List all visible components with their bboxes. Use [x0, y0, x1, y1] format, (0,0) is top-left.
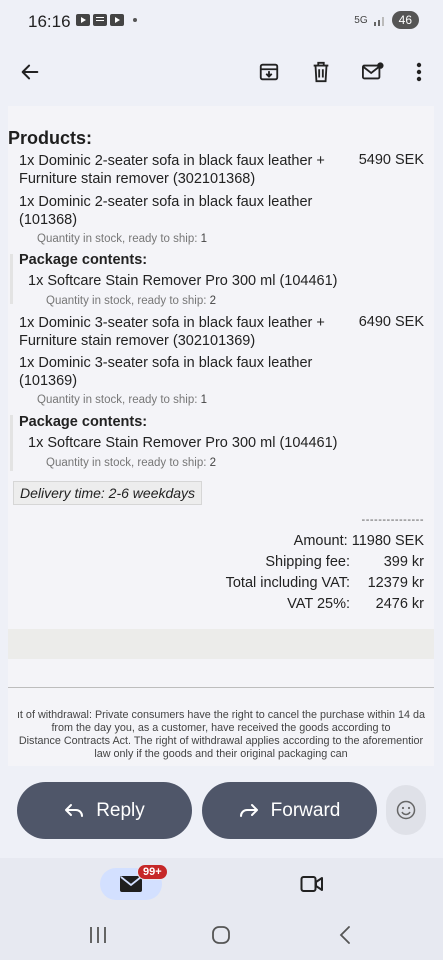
window-icon: [93, 14, 107, 26]
package-contents-heading: Package contents:: [19, 252, 148, 268]
system-navigation: [0, 910, 443, 960]
bottom-nav: 99+: [0, 858, 443, 910]
mail-icon: [120, 876, 142, 892]
more-notifications-icon: [133, 18, 137, 22]
shipping-fee-value: 399 kr: [383, 554, 424, 570]
notification-icons: [76, 14, 137, 26]
separator-dashes: ---------------: [361, 514, 424, 526]
divider: [8, 687, 434, 688]
status-time: 16:16: [28, 12, 71, 31]
emoji-icon: [396, 800, 416, 820]
forward-label: Forward: [270, 799, 341, 821]
reply-button[interactable]: Reply: [17, 782, 192, 839]
youtube-icon: [76, 14, 90, 26]
package-divider: [10, 254, 13, 304]
archive-icon[interactable]: [255, 58, 283, 86]
video-camera-icon: [300, 876, 323, 892]
arrow-left-icon[interactable]: [16, 58, 44, 86]
package-contents-heading: Package contents:: [19, 414, 148, 430]
reply-label: Reply: [96, 799, 145, 821]
more-vert-icon[interactable]: [405, 58, 433, 86]
total-label: Total including VAT:: [225, 575, 350, 591]
products-heading: Products:: [8, 128, 93, 148]
vat-value: 2476 kr: [375, 596, 424, 612]
unread-badge: 99+: [137, 864, 168, 880]
email-body: Products: 1x Dominic 2-seater sofa in bl…: [8, 106, 434, 766]
item-price: 6490 SEK: [358, 314, 424, 330]
shipping-fee-label: Shipping fee:: [265, 554, 350, 570]
home-icon[interactable]: [211, 925, 231, 950]
recent-apps-icon[interactable]: [88, 926, 108, 949]
signal-icon: [373, 17, 384, 26]
order-item: 1x Dominic 3-seater sofa in black faux l…: [19, 315, 325, 349]
forward-icon: [239, 803, 258, 817]
footer-band: [8, 629, 434, 659]
vat-label: VAT 25%:: [287, 596, 350, 612]
forward-button[interactable]: Forward: [202, 782, 377, 839]
youtube-icon: [110, 14, 124, 26]
delivery-time: Delivery time: 2-6 weekdays: [13, 481, 203, 505]
email-toolbar: [0, 44, 443, 100]
item-price: 5490 SEK: [358, 152, 424, 168]
network-icon: 5G: [354, 14, 368, 26]
total-value: 12379 kr: [367, 575, 424, 591]
stock-info: Quantity in stock, ready to ship: 2: [46, 457, 217, 469]
withdrawal-terms: ıt of withdrawal: Private consumers have…: [16, 709, 426, 760]
order-item: 1x Dominic 3-seater sofa in black faux l…: [19, 355, 313, 389]
meet-tab[interactable]: [300, 875, 324, 898]
order-item: 1x Dominic 2-seater sofa in black faux l…: [19, 194, 313, 228]
stock-info: Quantity in stock, ready to ship: 1: [37, 394, 208, 406]
back-nav-icon[interactable]: [338, 926, 352, 949]
order-item: 1x Dominic 2-seater sofa in black faux l…: [19, 153, 325, 187]
package-divider: [10, 415, 13, 471]
package-item: 1x Softcare Stain Remover Pro 300 ml (10…: [28, 435, 338, 451]
emoji-reaction-button[interactable]: [386, 785, 426, 835]
amount: Amount: 11980 SEK: [293, 533, 424, 549]
stock-info: Quantity in stock, ready to ship: 1: [37, 233, 208, 245]
system-status: 5G 46: [354, 11, 419, 29]
battery-indicator: 46: [391, 11, 419, 29]
stock-info: Quantity in stock, ready to ship: 2: [46, 295, 217, 307]
package-item: 1x Softcare Stain Remover Pro 300 ml (10…: [28, 273, 338, 289]
reply-icon: [65, 803, 84, 817]
status-bar: 16:16 5G 46: [0, 0, 443, 44]
mark-unread-icon[interactable]: [359, 58, 387, 86]
trash-icon[interactable]: [307, 58, 335, 86]
